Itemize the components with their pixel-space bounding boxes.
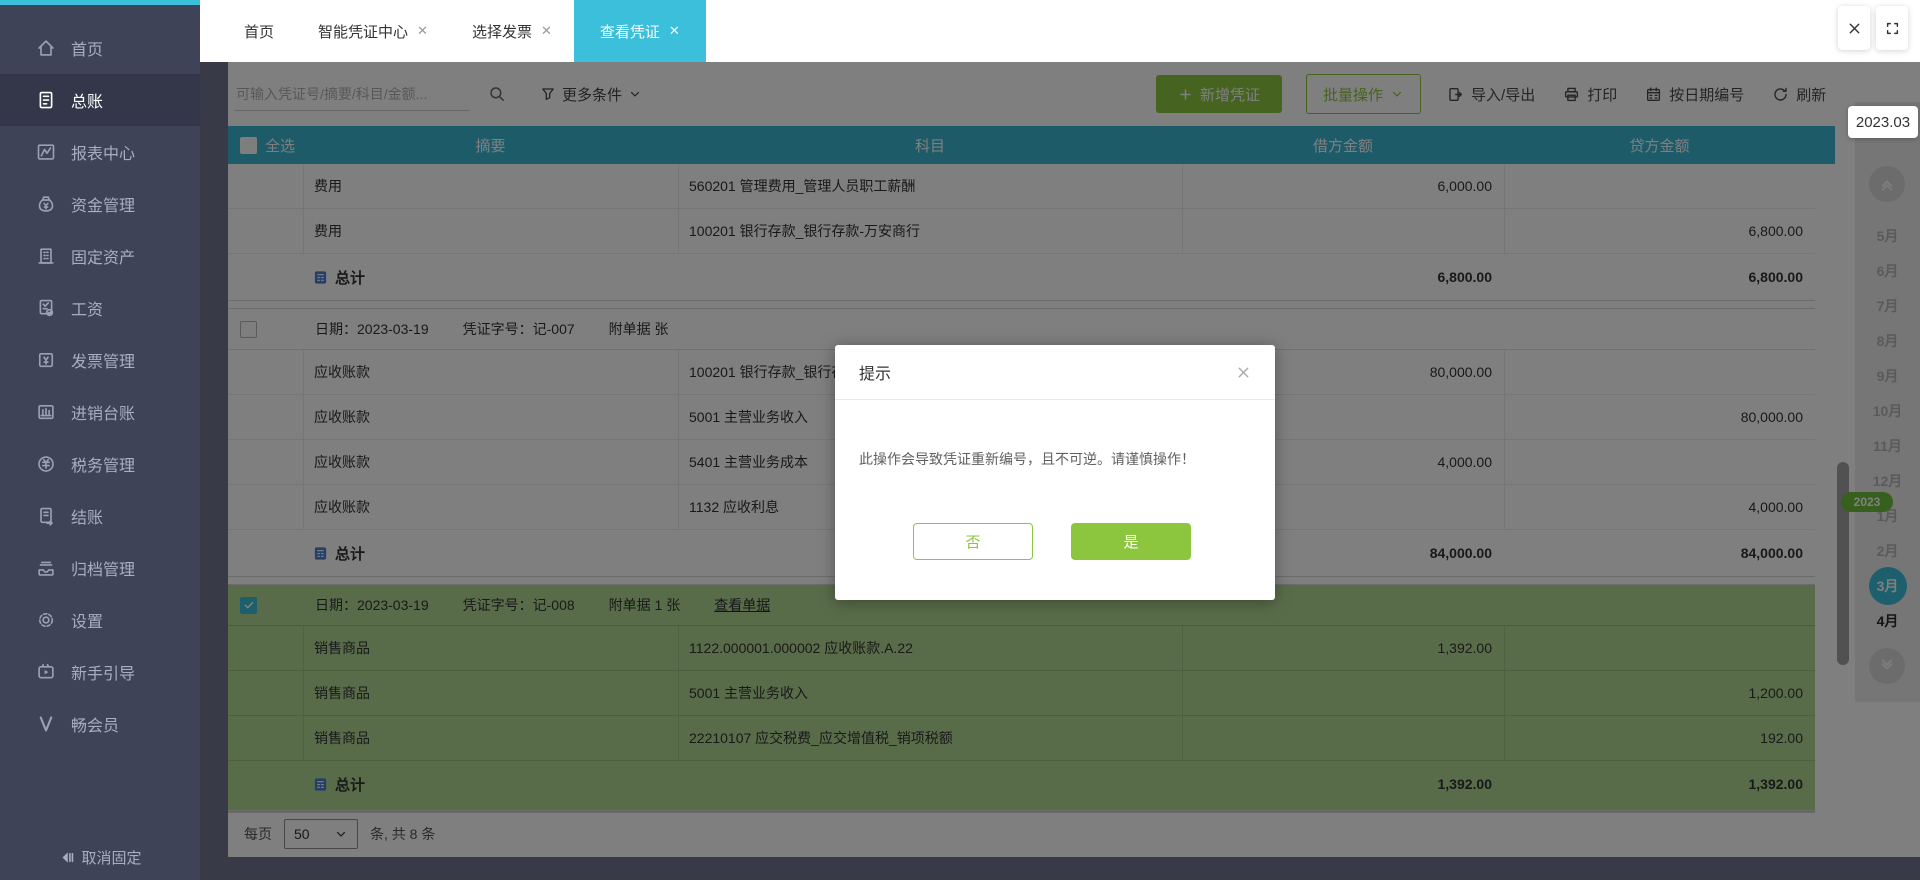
sidebar-item-3[interactable]: 报表中心 (0, 126, 200, 178)
sidebar-item-1[interactable]: 首页 (0, 22, 200, 74)
report-icon (36, 142, 56, 162)
tab-bar: 首页 智能凭证中心 ✕ 选择发票 ✕ 查看凭证 ✕ (200, 0, 1920, 62)
confirm-dialog: 提示 此操作会导致凭证重新编号，且不可逆。请谨慎操作！ 否 是 (835, 345, 1275, 600)
archive-icon (36, 558, 56, 578)
sidebar-item-label: 工资 (71, 302, 104, 319)
sidebar-item-10[interactable]: 结账 (0, 490, 200, 542)
sidebar-item-label: 畅会员 (71, 718, 120, 735)
ledger-icon (36, 90, 56, 110)
dialog-no-button[interactable]: 否 (913, 523, 1033, 560)
dialog-yes-button[interactable]: 是 (1071, 523, 1191, 560)
main-area: 首页智能凭证中心✕选择发票✕查看凭证✕ 更多条件 (200, 0, 1920, 880)
sidebar-item-label: 归档管理 (71, 562, 136, 579)
window-fullscreen-button[interactable] (1876, 6, 1908, 50)
tab-4[interactable]: 查看凭证 ✕ (573, 0, 706, 62)
window-close-button[interactable] (1838, 6, 1870, 50)
settings-icon (36, 610, 56, 630)
dialog-buttons: 否 是 (835, 523, 1275, 560)
sidebar-item-7[interactable]: 发票管理 (0, 334, 200, 386)
sidebar-item-14[interactable]: 畅会员 (0, 698, 200, 750)
tab-close-icon[interactable]: ✕ (669, 23, 680, 39)
assets-icon (36, 246, 56, 266)
sidebar-item-2[interactable]: 总账 (0, 74, 200, 126)
sidebar-item-label: 总账 (71, 94, 104, 111)
tab-3[interactable]: 选择发票 ✕ (450, 0, 574, 62)
sidebar-top-accent (0, 0, 200, 5)
sidebar-item-label: 设置 (71, 614, 104, 631)
sidebar-collapse-label: 取消固定 (81, 850, 142, 867)
sidebar-item-8[interactable]: 进销台账 (0, 386, 200, 438)
tab-close-icon[interactable]: ✕ (541, 23, 552, 39)
sidebar-item-12[interactable]: 设置 (0, 594, 200, 646)
tabs: 首页 智能凭证中心 ✕ 选择发票 ✕ 查看凭证 ✕ (222, 0, 706, 62)
close-icon (1847, 21, 1862, 36)
tax-icon (36, 454, 56, 474)
tab-label: 智能凭证中心 (318, 23, 409, 41)
tab-close-icon[interactable]: ✕ (417, 23, 428, 39)
current-period-label: 2023.03 (1848, 106, 1918, 138)
dialog-message: 此操作会导致凭证重新编号，且不可逆。请谨慎操作！ (859, 451, 1195, 467)
sidebar-item-13[interactable]: 新手引导 (0, 646, 200, 698)
sidebar-item-9[interactable]: 税务管理 (0, 438, 200, 490)
payroll-icon (36, 298, 56, 318)
dialog-title: 提示 (859, 366, 892, 383)
funds-icon (36, 194, 56, 214)
tab-label: 首页 (244, 23, 275, 41)
sidebar-item-label: 资金管理 (71, 198, 136, 215)
sidebar-item-label: 固定资产 (71, 250, 136, 267)
tab-1[interactable]: 首页 (222, 0, 296, 62)
sidebar-item-label: 报表中心 (71, 146, 136, 163)
tab-2[interactable]: 智能凭证中心 ✕ (296, 0, 450, 62)
dialog-header: 提示 (835, 345, 1275, 400)
sidebar-item-label: 首页 (71, 42, 104, 59)
tab-label: 查看凭证 (599, 23, 660, 41)
closing-icon (36, 506, 56, 526)
dialog-close-icon[interactable] (1236, 365, 1251, 380)
content-area: 更多条件 新增凭证批量操作导入/导出打印按日期编号刷新 全选摘要科目借方金额贷方… (200, 62, 1920, 880)
sidebar-item-label: 进销台账 (71, 406, 136, 423)
invoice-icon (36, 350, 56, 370)
sidebar: 首页总账报表中心资金管理固定资产工资发票管理进销台账税务管理结账归档管理设置新手… (0, 0, 200, 880)
sidebar-item-label: 发票管理 (71, 354, 136, 371)
fullscreen-icon (1885, 21, 1900, 36)
sidebar-item-11[interactable]: 归档管理 (0, 542, 200, 594)
app-window: 首页总账报表中心资金管理固定资产工资发票管理进销台账税务管理结账归档管理设置新手… (0, 0, 1920, 880)
sidebar-collapse-button[interactable]: 取消固定 (0, 847, 200, 868)
member-icon (36, 714, 56, 734)
inventory-icon (36, 402, 56, 422)
tab-label: 选择发票 (471, 23, 532, 41)
sidebar-menu: 首页总账报表中心资金管理固定资产工资发票管理进销台账税务管理结账归档管理设置新手… (0, 22, 200, 750)
collapse-pin-icon (58, 849, 75, 866)
sidebar-item-label: 新手引导 (71, 666, 136, 683)
home-icon (36, 38, 56, 58)
sidebar-item-4[interactable]: 资金管理 (0, 178, 200, 230)
sidebar-item-5[interactable]: 固定资产 (0, 230, 200, 282)
sidebar-item-label: 结账 (71, 510, 104, 527)
guide-icon (36, 662, 56, 682)
sidebar-item-label: 税务管理 (71, 458, 136, 475)
sidebar-item-6[interactable]: 工资 (0, 282, 200, 334)
